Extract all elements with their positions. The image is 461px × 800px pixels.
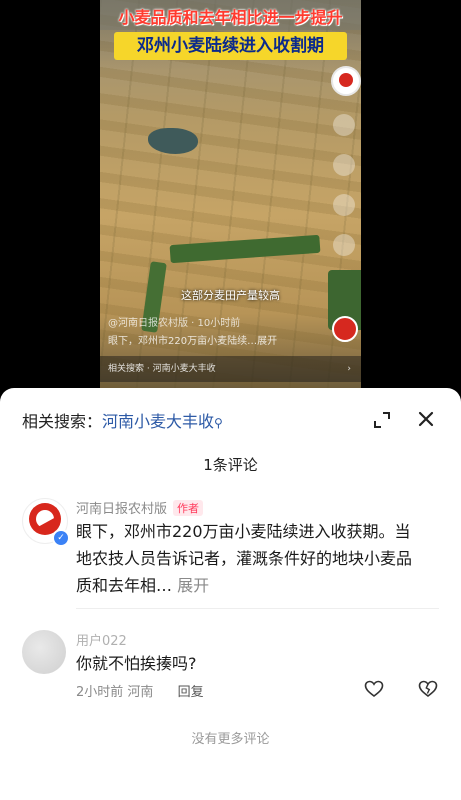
music-disc-icon[interactable] [332,316,358,342]
no-more-comments: 没有更多评论 [191,732,270,747]
video-related-search-bar[interactable]: 相关搜索 · 河南小麦大丰收 › [100,356,361,382]
related-search-text: 相关搜索 · 河南小麦大丰收 [108,364,216,374]
related-search[interactable]: 相关搜索：河南小麦大丰收⚲ [22,408,223,432]
close-icon[interactable] [415,408,437,430]
chevron-right-icon: › [347,364,351,374]
verified-icon: ✓ [52,529,70,547]
comment-text[interactable]: 眼下，邓州市220万亩小麦陆续进入收获期。当地农技人员告诉记者，灌溉条件好的地块… [76,518,426,599]
expand-link[interactable]: 展开 [177,576,209,595]
video-banner: 邓州小麦陆续进入收割期 [114,32,347,60]
comment-count: 1条评论 [203,456,258,474]
comment-author[interactable]: 河南日报农村版 作者 [76,498,204,517]
video-author-line[interactable]: @河南日报农村版 · 10小时前 [108,314,240,329]
comment-text[interactable]: 你就不怕挨揍吗? [76,650,197,674]
avatar[interactable] [22,630,66,674]
author-avatar-icon[interactable] [331,66,361,96]
comment-author-name[interactable]: 用户022 [76,630,127,649]
related-search-keyword[interactable]: 河南小麦大丰收 [102,412,214,431]
comment-icon[interactable] [333,154,355,176]
favorite-icon[interactable] [333,194,355,216]
author-badge: 作者 [173,500,204,516]
comment-location: 河南 [127,685,154,700]
comment-meta: 2小时前 河南 回复 [76,681,204,700]
share-icon[interactable] [333,234,355,256]
video-headline: 小麦品质和去年相比进一步提升 [118,8,343,27]
video-description[interactable]: 眼下，邓州市220万亩小麦陆续…展开 [108,332,277,347]
broken-heart-icon[interactable] [418,679,438,699]
reply-button[interactable]: 回复 [178,685,204,700]
tree-strip [169,234,321,264]
comment-body: 眼下，邓州市220万亩小麦陆续进入收获期。当地农技人员告诉记者，灌溉条件好的地块… [76,522,413,595]
pond [148,128,198,154]
comment-time: 2小时前 [76,685,124,700]
video-subtitle: 这部分麦田产量较高 [181,289,280,302]
expand-icon[interactable] [372,410,392,430]
related-search-label: 相关搜索： [22,412,103,431]
search-icon: ⚲ [214,416,223,430]
comment-sheet: 相关搜索：河南小麦大丰收⚲ 1条评论 ✓ 河南日报农村版 作者 眼下，邓州市220… [0,388,461,800]
like-icon[interactable] [333,114,355,136]
divider [76,608,439,609]
heart-icon[interactable] [364,679,384,699]
video-side-actions [331,66,361,274]
comment-author-name[interactable]: 河南日报农村版 [76,502,167,517]
video-player[interactable]: 小麦品质和去年相比进一步提升 邓州小麦陆续进入收割期 这部分麦田产量较高 @河南… [100,0,361,392]
